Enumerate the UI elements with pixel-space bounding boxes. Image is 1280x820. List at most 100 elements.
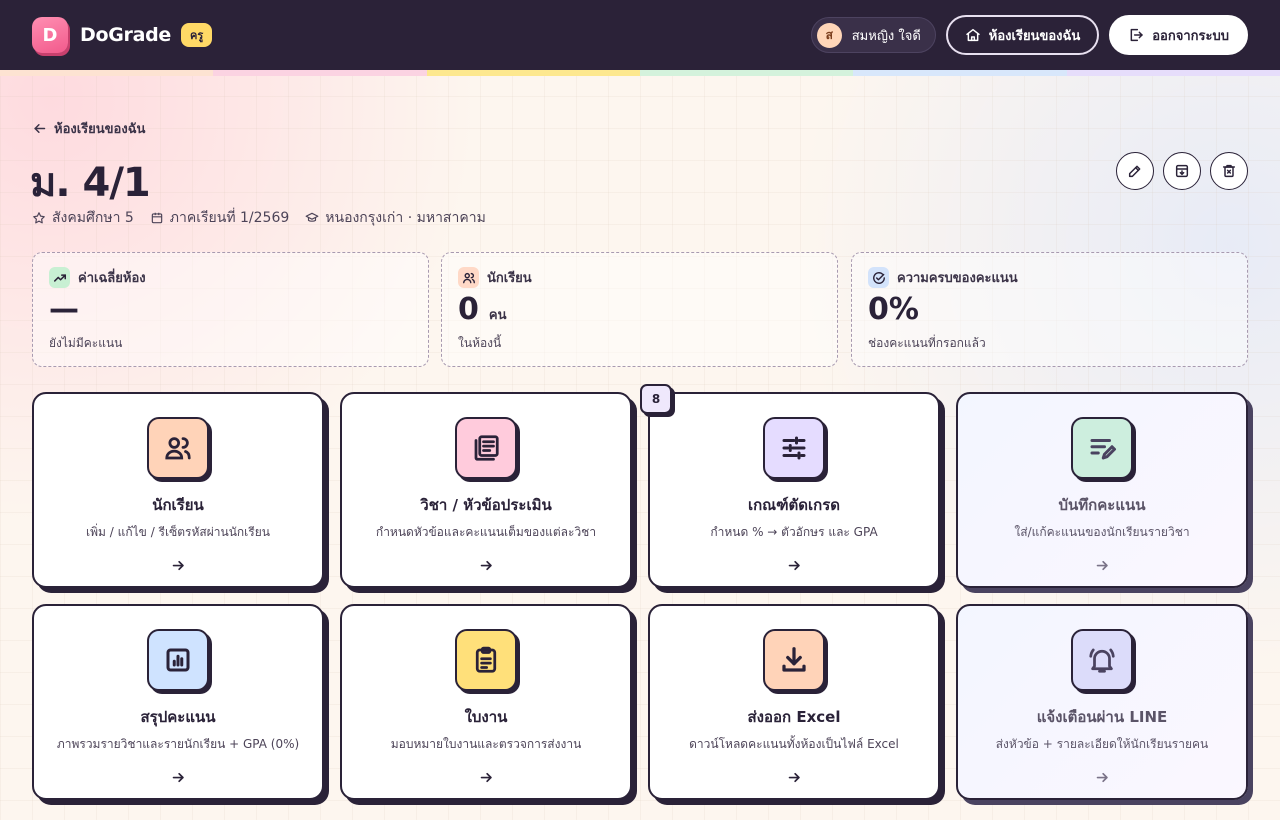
stat-label: นักเรียน <box>487 271 532 286</box>
stat-value: 0 <box>458 292 479 327</box>
book-icon <box>474 435 499 461</box>
stat-sub: ช่องคะแนนที่กรอกแล้ว <box>868 336 986 350</box>
rainbow-segment <box>426 70 640 76</box>
calendar-icon <box>151 212 163 224</box>
tile-desc: กำหนดหัวข้อและคะแนนเต็มของแต่ละวิชา <box>375 525 597 539</box>
role-badge: ครู <box>181 23 213 47</box>
tile-desc: ดาวน์โหลดคะแนนทั้งห้องเป็นไฟล์ Excel <box>689 737 899 751</box>
tile-line-notify[interactable]: แจ้งเตือนผ่าน LINE ส่งหัวข้อ + รายละเอีย… <box>956 604 1248 800</box>
arrow-right-icon <box>1096 560 1108 571</box>
tile-title: นักเรียน <box>152 496 204 514</box>
tile-export-excel[interactable]: ส่งออก Excel ดาวน์โหลดคะแนนทั้งห้องเป็นไ… <box>648 604 940 800</box>
tile-worksheets[interactable]: ใบงาน มอบหมายใบงานและตรวจการส่งงาน <box>340 604 632 800</box>
check-badge-icon <box>872 271 885 284</box>
stat-students: นักเรียน 0 คน ในห้องนี้ <box>441 252 838 367</box>
stat-icon-bg <box>458 267 479 288</box>
tile-desc: ภาพรวมรายวิชาและรายนักเรียน + GPA (0%) <box>56 737 300 751</box>
stat-value: 0% <box>868 292 919 327</box>
tile-icon-bg <box>455 629 517 691</box>
clipboard-icon <box>475 646 497 673</box>
tile-record-scores[interactable]: บันทึกคะแนน ใส่/แก้คะแนนของนักเรียนรายวิ… <box>956 392 1248 588</box>
logo[interactable]: D <box>32 17 68 53</box>
arrow-right-icon <box>788 772 800 783</box>
tile-score-summary[interactable]: สรุปคะแนน ภาพรวมรายวิชาและรายนักเรียน + … <box>32 604 324 800</box>
school-text: หนองกรุงเก่า · มหาสาคาม <box>325 210 486 226</box>
home-icon <box>966 28 980 42</box>
rainbow-segment <box>1066 70 1280 76</box>
school-meta: หนองกรุงเก่า · มหาสาคาม <box>305 207 486 229</box>
sliders-icon <box>782 436 806 460</box>
tile-icon-bg <box>147 629 209 691</box>
star-icon <box>33 212 45 224</box>
arrow-right-icon <box>172 560 184 571</box>
count-badge: 8 <box>640 384 672 414</box>
tile-desc: มอบหมายใบงานและตรวจการส่งงาน <box>390 737 582 751</box>
stat-score-completion: ความครบของคะแนน 0% ช่องคะแนนที่กรอกแล้ว <box>851 252 1248 367</box>
logout-label: ออกจากระบบ <box>1152 28 1229 44</box>
back-label: ห้องเรียนของฉัน <box>54 122 146 137</box>
tile-desc: ส่งหัวข้อ + รายละเอียดให้นักเรียนรายคน <box>995 737 1209 751</box>
stat-sub: ในห้องนี้ <box>458 336 502 350</box>
rainbow-strip <box>0 70 1280 76</box>
class-meta: สังคมศึกษา 5 ภาคเรียนที่ 1/2569 หนองกรุง… <box>32 207 486 229</box>
archive-button[interactable] <box>1163 152 1201 190</box>
trend-up-icon <box>53 273 66 282</box>
tile-title: วิชา / หัวข้อประเมิน <box>420 496 552 514</box>
stat-label: ความครบของคะแนน <box>897 271 1018 286</box>
tile-title: แจ้งเตือนผ่าน LINE <box>1036 708 1168 726</box>
stat-value: — <box>49 292 79 327</box>
delete-button[interactable] <box>1210 152 1248 190</box>
users-icon <box>165 437 191 460</box>
tile-grade-criteria[interactable]: 8 เกณฑ์ตัดเกรด กำหนด % → ตัวอักษร และ GP… <box>640 384 940 588</box>
rainbow-segment <box>853 70 1067 76</box>
my-classes-button[interactable]: ห้องเรียนของฉัน <box>945 15 1100 55</box>
edit-list-icon <box>1090 439 1116 460</box>
arrow-right-icon <box>480 772 492 783</box>
tile-icon-bg <box>455 417 517 479</box>
user-pill[interactable]: ส สมหญิง ใจดี <box>810 17 936 53</box>
arrow-right-icon <box>172 772 184 783</box>
stat-class-average: ค่าเฉลี่ยห้อง — ยังไม่มีคะแนน <box>32 252 429 367</box>
tile-icon-bg <box>763 629 825 691</box>
tile-title: เกณฑ์ตัดเกรด <box>747 496 841 514</box>
tile-icon-bg <box>763 417 825 479</box>
stat-label: ค่าเฉลี่ยห้อง <box>78 271 146 286</box>
stat-sub: ยังไม่มีคะแนน <box>49 336 123 350</box>
rainbow-segment <box>639 70 854 76</box>
arrow-right-icon <box>1096 772 1108 783</box>
stat-unit: คน <box>488 308 507 323</box>
tile-students[interactable]: นักเรียน เพิ่ม / แก้ไข / รีเซ็ตรหัสผ่านน… <box>32 392 324 588</box>
back-link[interactable]: ห้องเรียนของฉัน <box>32 118 145 139</box>
bell-icon <box>1089 648 1115 673</box>
tile-icon-bg <box>1071 417 1133 479</box>
class-actions <box>1116 152 1248 190</box>
chart-icon <box>166 648 190 672</box>
tile-icon-bg <box>1071 629 1133 691</box>
logout-button[interactable]: ออกจากระบบ <box>1109 15 1248 55</box>
tile-title: บันทึกคะแนน <box>1058 496 1146 514</box>
rainbow-segment <box>213 70 427 76</box>
trash-icon <box>1222 164 1236 178</box>
arrow-right-icon <box>480 560 492 571</box>
pencil-icon <box>1128 165 1141 178</box>
stat-icon-bg <box>49 267 70 288</box>
term-text: ภาคเรียนที่ 1/2569 <box>169 210 290 226</box>
archive-icon <box>1175 164 1189 178</box>
rainbow-segment <box>0 70 214 76</box>
graduation-cap-icon <box>305 212 319 222</box>
arrow-right-icon <box>788 560 800 571</box>
subject-text: สังคมศึกษา 5 <box>52 210 134 226</box>
download-icon <box>782 647 806 672</box>
stat-icon-bg <box>868 267 889 288</box>
tile-subjects[interactable]: วิชา / หัวข้อประเมิน กำหนดหัวข้อและคะแนน… <box>340 392 632 588</box>
page-title: ม. 4/1 <box>30 160 151 206</box>
edit-button[interactable] <box>1116 152 1154 190</box>
users-icon <box>462 272 475 283</box>
tile-title: ส่งออก Excel <box>747 708 841 726</box>
brand-name[interactable]: DoGrade <box>80 24 171 46</box>
tile-desc: เพิ่ม / แก้ไข / รีเซ็ตรหัสผ่านนักเรียน <box>86 525 270 539</box>
tile-title: ใบงาน <box>464 708 508 726</box>
tile-title: สรุปคะแนน <box>140 708 216 726</box>
subject-meta: สังคมศึกษา 5 <box>32 207 134 229</box>
tile-desc: ใส่/แก้คะแนนของนักเรียนรายวิชา <box>1014 525 1190 539</box>
